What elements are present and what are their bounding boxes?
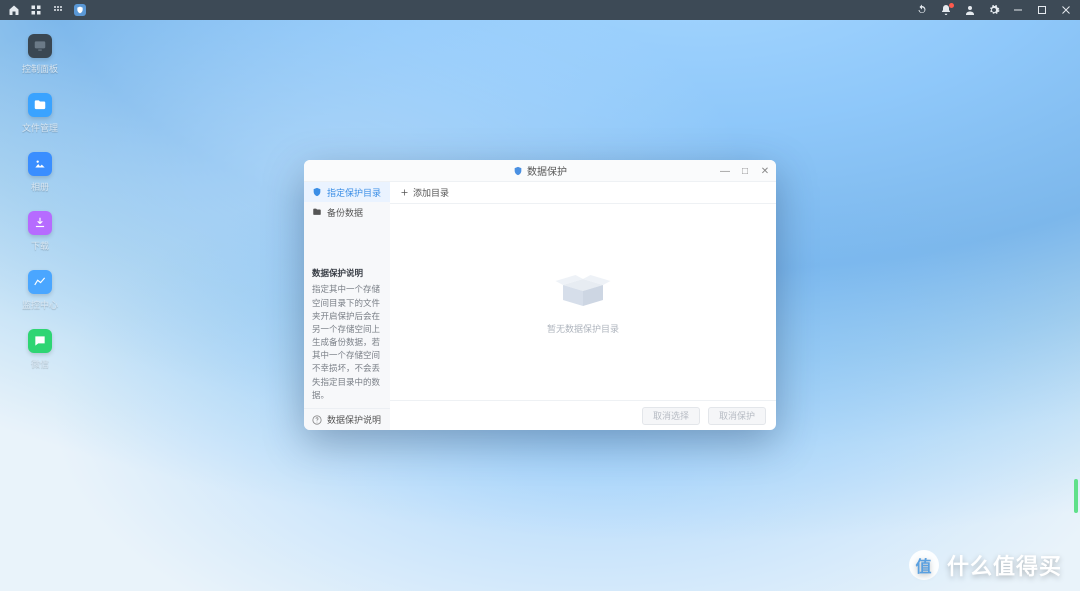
empty-state-text: 暂无数据保护目录 — [547, 322, 619, 335]
plus-icon — [400, 188, 409, 197]
watermark-text: 什么值得买 — [947, 549, 1062, 581]
desktop-icon-label: 控制面板 — [22, 62, 58, 75]
desktop-icon-label: 监控中心 — [22, 298, 58, 311]
empty-state: 暂无数据保护目录 — [390, 204, 776, 400]
empty-box-icon — [553, 270, 613, 312]
window-maximize-icon[interactable] — [1036, 4, 1048, 16]
shield-icon — [312, 187, 322, 197]
cancel-select-button[interactable]: 取消选择 — [642, 407, 700, 425]
desktop-icons: 控制面板 文件管理 相册 下载 监控中心 微信 — [20, 34, 60, 370]
desktop-icon-control[interactable]: 控制面板 — [20, 34, 60, 75]
dialog-content: 添加目录 暂无数据保护目录 取消选择 取消保护 — [390, 182, 776, 430]
taskbar-left — [8, 4, 86, 16]
desktop-icon-download[interactable]: 下载 — [20, 211, 60, 252]
desktop-icon-label: 相册 — [31, 180, 49, 193]
desktop-icon-files[interactable]: 文件管理 — [20, 93, 60, 134]
dialog-footer: 取消选择 取消保护 — [390, 400, 776, 430]
sidebar-item-backup[interactable]: 备份数据 — [304, 202, 390, 222]
dialog-title: 数据保护 — [527, 163, 567, 178]
dialog-titlebar[interactable]: 数据保护 — □ ✕ — [304, 160, 776, 182]
bell-icon[interactable] — [940, 4, 952, 16]
desktop-icon-album[interactable]: 相册 — [20, 152, 60, 193]
dialog-window-controls: — □ ✕ — [720, 160, 770, 182]
home-icon[interactable] — [8, 4, 20, 16]
shield-icon — [513, 166, 523, 176]
content-toolbar: 添加目录 — [390, 182, 776, 204]
sidebar-item-protect-dir[interactable]: 指定保护目录 — [304, 182, 390, 202]
taskbar-right — [916, 4, 1072, 16]
desktop-icon-label: 微信 — [31, 357, 49, 370]
apps-icon[interactable] — [30, 4, 42, 16]
scroll-indicator — [1074, 479, 1078, 513]
folder-icon — [312, 207, 322, 217]
window-close-icon[interactable] — [1060, 4, 1072, 16]
help-link-label: 数据保护说明 — [327, 413, 381, 426]
desktop-icon-chat[interactable]: 微信 — [20, 329, 60, 370]
help-title: 数据保护说明 — [312, 267, 382, 280]
desktop: 控制面板 文件管理 相册 下载 监控中心 微信 数据保护 — — [0, 0, 1080, 591]
watermark: 值 什么值得买 — [909, 549, 1062, 581]
add-directory-button[interactable]: 添加目录 — [400, 186, 449, 199]
taskbar — [0, 0, 1080, 20]
add-directory-label: 添加目录 — [413, 186, 449, 199]
help-description: 数据保护说明 指定其中一个存储空间目录下的文件夹开启保护后会在另一个存储空间上生… — [304, 259, 390, 408]
sync-icon[interactable] — [916, 4, 928, 16]
question-icon — [312, 415, 322, 425]
window-minimize-icon[interactable] — [1012, 4, 1024, 16]
grid-icon[interactable] — [52, 4, 64, 16]
help-body: 指定其中一个存储空间目录下的文件夹开启保护后会在另一个存储空间上生成备份数据，若… — [312, 283, 382, 402]
dialog-sidebar: 指定保护目录 备份数据 数据保护说明 指定其中一个存储空间目录下的文件夹开启保护… — [304, 182, 390, 430]
dialog-minimize-icon[interactable]: — — [720, 166, 730, 176]
data-protection-dialog: 数据保护 — □ ✕ 指定保护目录 备份数据 — [304, 160, 776, 430]
desktop-icon-label: 下载 — [31, 239, 49, 252]
dialog-close-icon[interactable]: ✕ — [760, 166, 770, 176]
watermark-badge: 值 — [909, 550, 939, 580]
desktop-icon-monitor[interactable]: 监控中心 — [20, 270, 60, 311]
desktop-icon-label: 文件管理 — [22, 121, 58, 134]
shield-icon[interactable] — [74, 4, 86, 16]
sidebar-nav: 指定保护目录 备份数据 — [304, 182, 390, 222]
sidebar-item-label: 指定保护目录 — [327, 186, 381, 199]
dialog-maximize-icon[interactable]: □ — [740, 166, 750, 176]
dialog-body: 指定保护目录 备份数据 数据保护说明 指定其中一个存储空间目录下的文件夹开启保护… — [304, 182, 776, 430]
help-link[interactable]: 数据保护说明 — [304, 408, 390, 430]
user-icon[interactable] — [964, 4, 976, 16]
settings-icon[interactable] — [988, 4, 1000, 16]
cancel-protect-button[interactable]: 取消保护 — [708, 407, 766, 425]
sidebar-item-label: 备份数据 — [327, 206, 363, 219]
